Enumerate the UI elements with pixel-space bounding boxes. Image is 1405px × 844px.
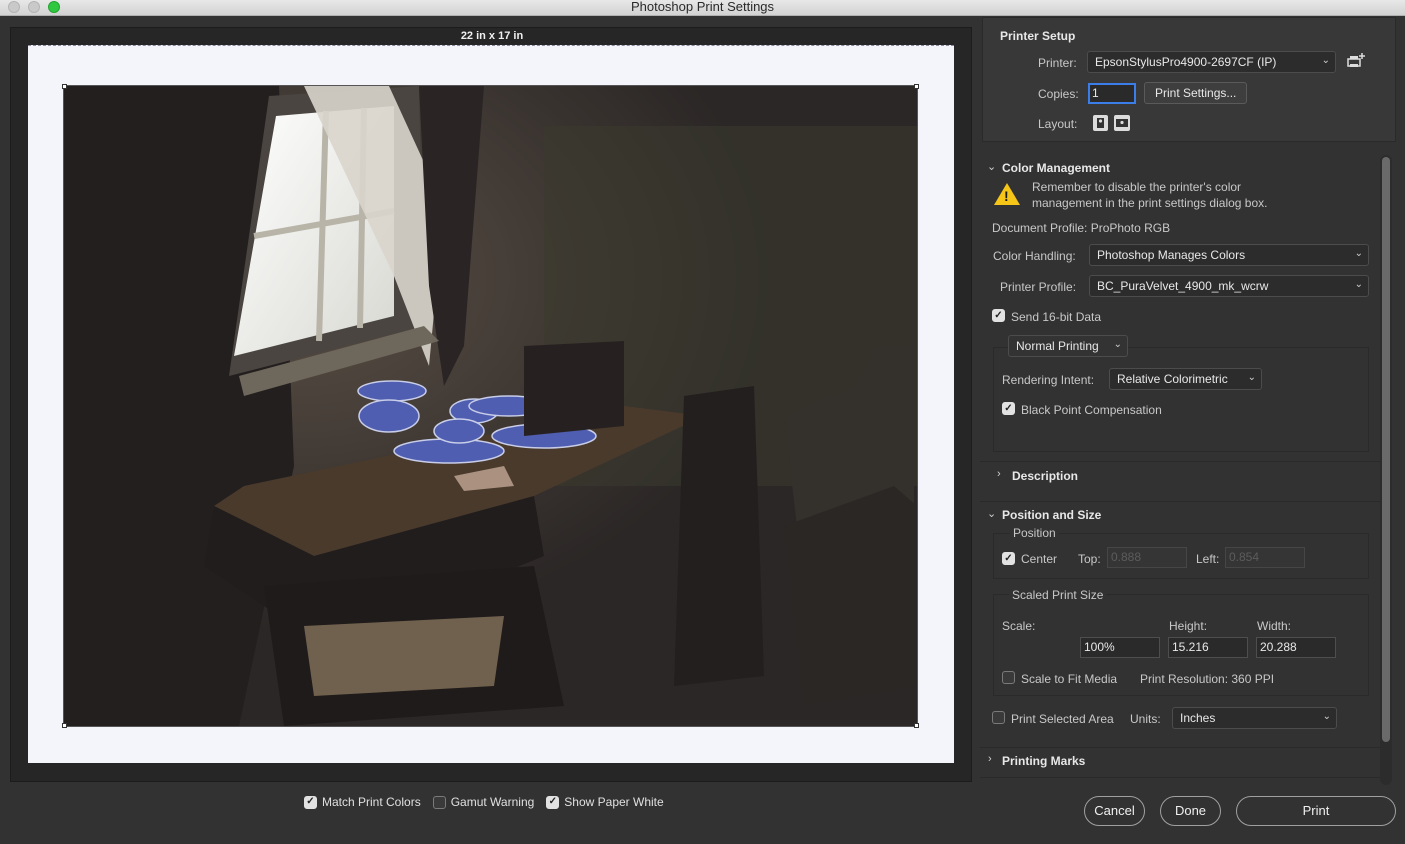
print-resolution: Print Resolution: 360 PPI — [1140, 672, 1275, 686]
top-label: Top: — [1078, 552, 1101, 566]
printer-profile-value: BC_PuraVelvet_4900_mk_wcrw — [1097, 279, 1269, 293]
black-point-compensation-label: Black Point Compensation — [1021, 403, 1162, 417]
copies-label: Copies: — [1038, 87, 1079, 101]
print-preview: 22 in x 17 in — [10, 27, 972, 782]
send-16bit-label: Send 16-bit Data — [1011, 310, 1102, 324]
normal-printing-select[interactable]: Normal Printing ⌄ — [1008, 335, 1128, 357]
divider — [980, 501, 1380, 502]
gamut-warning-option[interactable]: Gamut Warning — [432, 795, 535, 809]
color-handling-select[interactable]: Photoshop Manages Colors ⌄ — [1089, 244, 1369, 266]
color-warning-line2: management in the print settings dialog … — [1032, 196, 1268, 210]
color-handling-label: Color Handling: — [993, 249, 1076, 263]
color-warning-line1: Remember to disable the printer's color — [1032, 180, 1242, 194]
chevron-down-icon: ⌄ — [1354, 248, 1363, 259]
title-bar: Photoshop Print Settings — [0, 0, 1405, 16]
normal-printing-value: Normal Printing — [1016, 339, 1099, 353]
add-printer-icon[interactable] — [1346, 52, 1366, 70]
rendering-intent-select[interactable]: Relative Colorimetric ⌄ — [1109, 368, 1262, 390]
scale-to-fit-label: Scale to Fit Media — [1021, 672, 1118, 686]
dining-room-photo — [64, 86, 917, 726]
height-label: Height: — [1169, 619, 1208, 633]
window-title: Photoshop Print Settings — [630, 0, 775, 14]
divider — [980, 777, 1380, 778]
landscape-layout-icon[interactable] — [1114, 115, 1130, 131]
print-button[interactable]: Print — [1236, 796, 1396, 826]
preview-options: ✓ Match Print Colors Gamut Warning ✓ Sho… — [304, 795, 664, 809]
chevron-down-icon: ⌄ — [1354, 279, 1363, 290]
cancel-button[interactable]: Cancel — [1084, 796, 1145, 826]
print-selected-area-label: Print Selected Area — [1011, 712, 1114, 726]
send-16bit-checkbox[interactable]: ✓ — [992, 309, 1005, 322]
units-label: Units: — [1130, 712, 1161, 726]
position-size-title[interactable]: Position and Size — [1002, 508, 1101, 522]
position-size-collapse-icon[interactable]: ⌄ — [987, 507, 996, 520]
paper-sheet — [28, 45, 954, 763]
rendering-options-box — [993, 347, 1369, 452]
center-checkbox[interactable]: ✓ — [1002, 552, 1015, 565]
gamut-warning-checkbox[interactable] — [432, 795, 446, 809]
done-button[interactable]: Done — [1160, 796, 1221, 826]
printer-setup-title: Printer Setup — [1000, 29, 1076, 43]
printer-profile-label: Printer Profile: — [1000, 280, 1077, 294]
crop-handle-bottom-right[interactable] — [914, 723, 919, 728]
printer-setup-section: Printer Setup Printer: EpsonStylusPro490… — [982, 17, 1396, 142]
match-print-colors-label: Match Print Colors — [322, 795, 421, 809]
divider — [980, 461, 1380, 462]
scrollbar-thumb[interactable] — [1382, 157, 1390, 742]
color-management-collapse-icon[interactable]: ⌄ — [987, 160, 996, 173]
color-management-title[interactable]: Color Management — [1002, 161, 1110, 175]
print-settings-button[interactable]: Print Settings... — [1144, 82, 1248, 104]
printer-label: Printer: — [1038, 56, 1077, 70]
settings-panel: Printer Setup Printer: EpsonStylusPro490… — [980, 17, 1405, 844]
description-title[interactable]: Description — [1012, 469, 1078, 483]
left-input[interactable]: 0.854 — [1225, 547, 1305, 568]
crop-handle-bottom-left[interactable] — [62, 723, 67, 728]
print-selected-area-checkbox[interactable] — [992, 711, 1005, 724]
printer-select-value: EpsonStylusPro4900-2697CF (IP) — [1095, 55, 1277, 69]
chevron-down-icon: ⌄ — [1322, 711, 1331, 722]
center-label: Center — [1021, 552, 1058, 566]
scaled-print-size-label: Scaled Print Size — [1009, 588, 1107, 602]
units-value: Inches — [1180, 711, 1216, 725]
top-input[interactable]: 0.888 — [1107, 547, 1187, 568]
units-select[interactable]: Inches ⌄ — [1172, 707, 1337, 729]
description-expand-icon[interactable]: › — [997, 468, 1001, 480]
layout-label: Layout: — [1038, 117, 1078, 131]
show-paper-white-label: Show Paper White — [564, 795, 664, 809]
show-paper-white-checkbox[interactable]: ✓ — [546, 795, 560, 809]
portrait-layout-icon[interactable] — [1093, 115, 1108, 131]
copies-input[interactable]: 1 — [1088, 83, 1136, 104]
show-paper-white-option[interactable]: ✓ Show Paper White — [546, 795, 664, 809]
scale-input[interactable]: 100% — [1080, 637, 1160, 658]
printer-select[interactable]: EpsonStylusPro4900-2697CF (IP) ⌄ — [1087, 51, 1336, 73]
height-input[interactable]: 15.216 — [1168, 637, 1248, 658]
printer-profile-select[interactable]: BC_PuraVelvet_4900_mk_wcrw ⌄ — [1089, 275, 1369, 297]
scale-to-fit-checkbox[interactable] — [1002, 671, 1015, 684]
photo-preview-image[interactable] — [63, 85, 918, 727]
rendering-intent-label: Rendering Intent: — [1002, 373, 1095, 387]
crop-handle-top-left[interactable] — [62, 84, 67, 89]
printing-marks-expand-icon[interactable]: › — [988, 753, 992, 765]
warning-icon: ! — [994, 183, 1020, 205]
chevron-down-icon: ⌄ — [1247, 372, 1256, 383]
document-profile: Document Profile: ProPhoto RGB — [992, 221, 1171, 235]
left-label: Left: — [1196, 552, 1220, 566]
position-label: Position — [1010, 526, 1059, 540]
chevron-down-icon: ⌄ — [1113, 339, 1122, 350]
match-print-colors-checkbox[interactable]: ✓ — [304, 795, 317, 809]
divider — [980, 747, 1380, 748]
gamut-warning-label: Gamut Warning — [450, 795, 535, 809]
chevron-down-icon: ⌄ — [1321, 55, 1330, 66]
width-label: Width: — [1257, 619, 1292, 633]
width-input[interactable]: 20.288 — [1256, 637, 1336, 658]
printing-marks-title[interactable]: Printing Marks — [1002, 754, 1085, 768]
match-print-colors-option[interactable]: ✓ Match Print Colors — [304, 795, 421, 809]
rendering-intent-value: Relative Colorimetric — [1117, 372, 1228, 386]
scale-label: Scale: — [1002, 619, 1036, 633]
crop-handle-top-right[interactable] — [914, 84, 919, 89]
black-point-compensation-checkbox[interactable]: ✓ — [1002, 402, 1015, 415]
color-handling-value: Photoshop Manages Colors — [1097, 248, 1246, 262]
settings-scrollbar[interactable] — [1380, 155, 1392, 785]
paper-size-label: 22 in x 17 in — [460, 30, 524, 42]
